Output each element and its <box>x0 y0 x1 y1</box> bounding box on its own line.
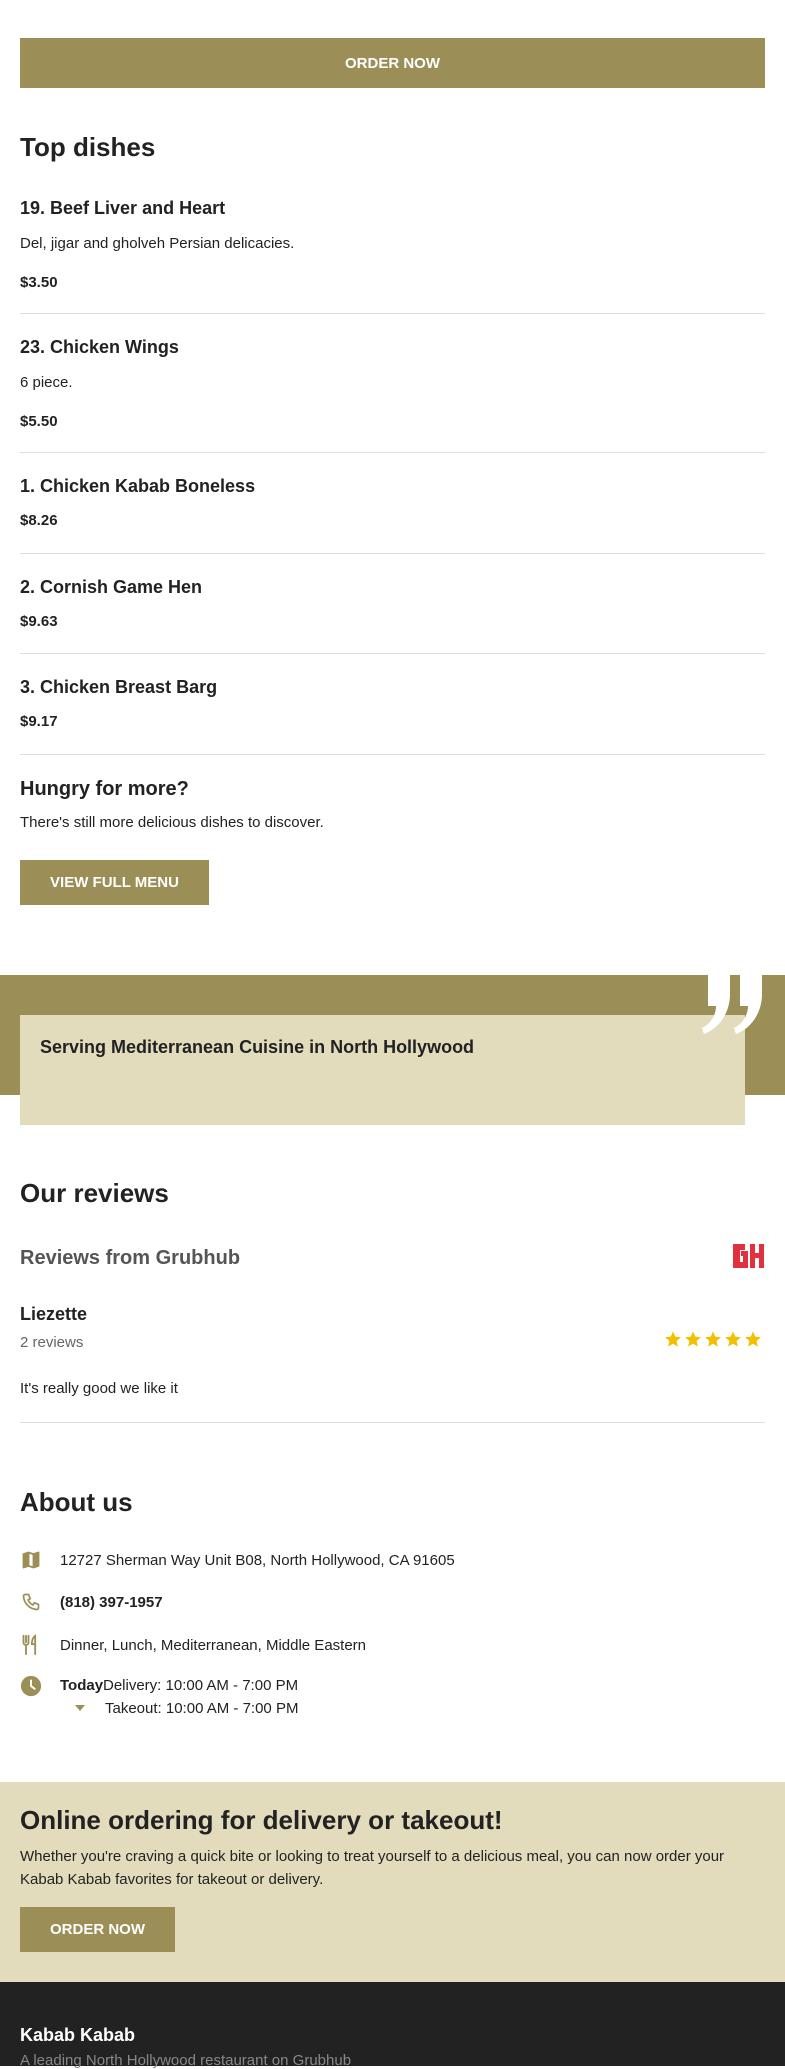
star-icon <box>705 1331 721 1347</box>
star-icon <box>685 1331 701 1347</box>
divider <box>20 754 765 755</box>
phone-icon <box>20 1591 42 1613</box>
takeout-hours: Takeout: 10:00 AM - 7:00 PM <box>105 1700 299 1717</box>
star-icon <box>665 1331 681 1347</box>
cuisines-text: Dinner, Lunch, Mediterranean, Middle Eas… <box>60 1636 367 1654</box>
order-now-button-bottom[interactable]: ORDER NOW <box>20 1907 175 1952</box>
quote-icon <box>702 972 762 1034</box>
dish-price: $8.26 <box>20 512 58 529</box>
clock-icon <box>20 1675 42 1697</box>
divider <box>20 313 765 314</box>
divider <box>20 1422 765 1423</box>
top-dishes-heading: Top dishes <box>20 132 156 162</box>
promo-section: Online ordering for delivery or takeout!… <box>0 1782 785 1982</box>
dish-description: 6 piece. <box>20 374 73 391</box>
cuisines-row: Dinner, Lunch, Mediterranean, Middle Eas… <box>20 1634 366 1656</box>
divider <box>20 452 765 453</box>
address-row: 12727 Sherman Way Unit B08, North Hollyw… <box>20 1549 455 1571</box>
about-heading: About us <box>20 1487 133 1517</box>
address-text: 12727 Sherman Way Unit B08, North Hollyw… <box>60 1551 455 1569</box>
grubhub-logo-icon <box>733 1244 764 1268</box>
dish-price: $9.63 <box>20 613 58 630</box>
phone-row[interactable]: (818) 397-1957 <box>20 1591 163 1613</box>
divider <box>20 553 765 554</box>
footer-title: Kabab Kabab <box>20 2025 136 2045</box>
divider <box>20 653 765 654</box>
dish-name: 23. Chicken Wings <box>20 337 179 357</box>
today-label: Today <box>60 1677 104 1694</box>
reviewer-count: 2 reviews <box>20 1334 84 1351</box>
hungry-title: Hungry for more? <box>20 778 189 800</box>
star-icon <box>745 1331 761 1347</box>
dish-name: 3. Chicken Breast Barg <box>20 677 218 697</box>
dish-name: 1. Chicken Kabab Boneless <box>20 476 256 496</box>
delivery-hours: Delivery: 10:00 AM - 7:00 PM <box>103 1677 299 1694</box>
dish-name: 19. Beef Liver and Heart <box>20 198 226 218</box>
hungry-text: There's still more delicious dishes to d… <box>20 814 324 831</box>
dish-description: Del, jigar and gholveh Persian delicacie… <box>20 235 295 252</box>
view-full-menu-button[interactable]: VIEW FULL MENU <box>20 860 209 905</box>
rating-stars <box>664 1330 762 1348</box>
dish-price: $5.50 <box>20 413 58 430</box>
dish-name: 2. Cornish Game Hen <box>20 577 203 597</box>
map-icon <box>20 1549 42 1571</box>
promo-text: Whether you're craving a quick bite or l… <box>20 1848 725 1888</box>
phone-link[interactable]: (818) 397-1957 <box>60 1594 163 1611</box>
review-text: It's really good we like it <box>20 1380 178 1397</box>
order-now-button[interactable]: ORDER NOW <box>20 38 765 88</box>
dish-price: $9.17 <box>20 713 58 730</box>
hours-row[interactable]: Today Delivery: 10:00 AM - 7:00 PM Takeo… <box>20 1675 360 1721</box>
reviewer-name: Liezette <box>20 1304 88 1324</box>
caret-down-icon[interactable] <box>75 1705 85 1712</box>
banner-text: Serving Mediterranean Cuisine in North H… <box>40 1037 475 1057</box>
dish-price: $3.50 <box>20 274 58 291</box>
star-icon <box>725 1331 741 1347</box>
promo-title: Online ordering for delivery or takeout! <box>20 1805 503 1835</box>
reviews-heading: Our reviews <box>20 1178 169 1208</box>
footer-subtitle: A leading North Hollywood restaurant on … <box>20 2052 352 2069</box>
reviews-source: Reviews from Grubhub <box>20 1247 241 1269</box>
footer: Kabab Kabab A leading North Hollywood re… <box>0 1982 785 2069</box>
utensils-icon <box>20 1634 42 1656</box>
banner-card: Serving Mediterranean Cuisine in North H… <box>20 1015 745 1125</box>
